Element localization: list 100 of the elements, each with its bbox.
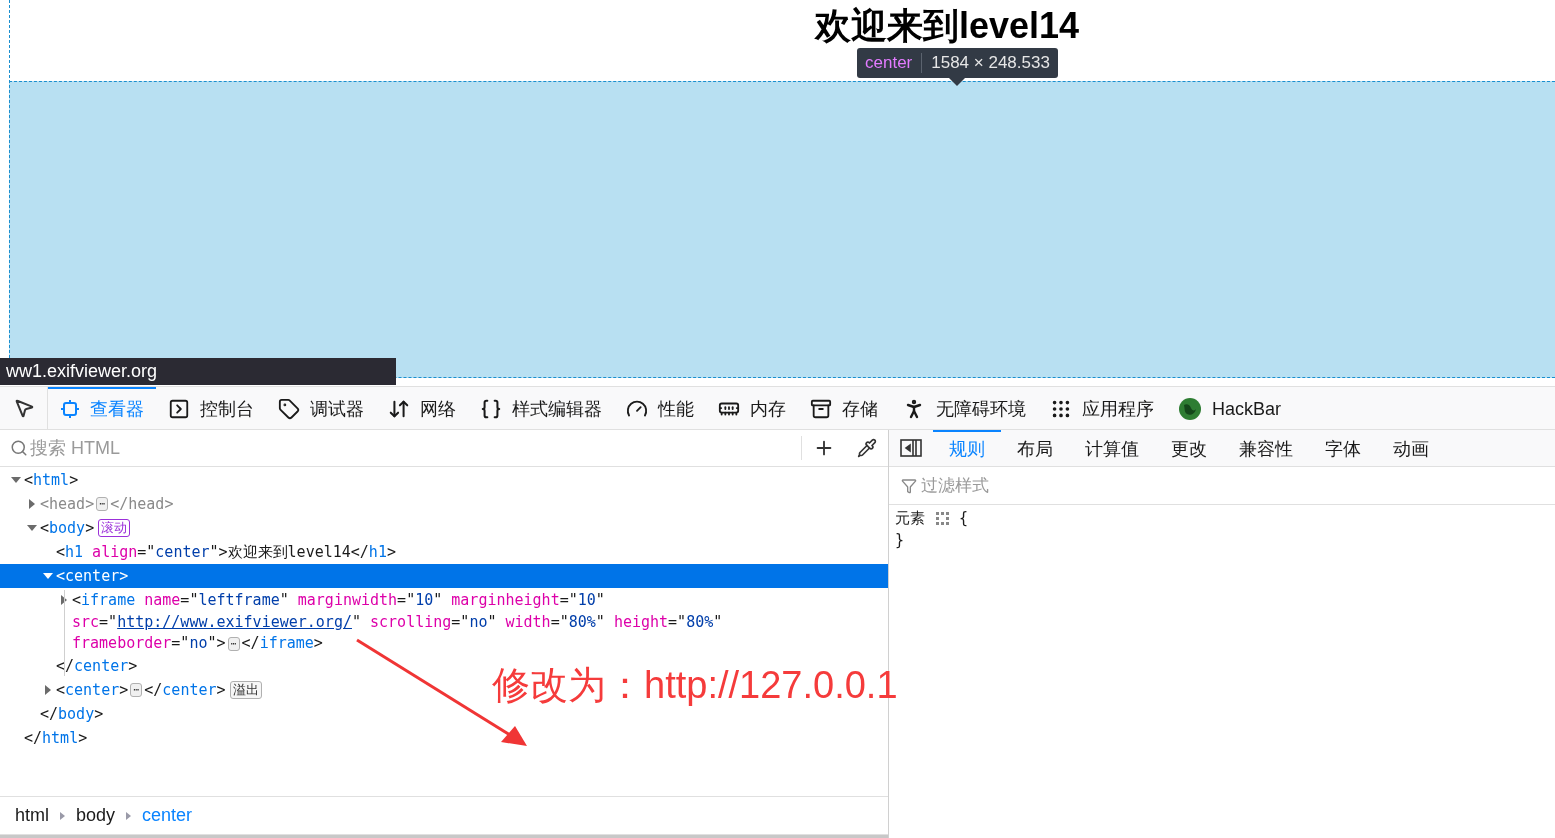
markup-text: </: [40, 703, 59, 725]
markup-text: height: [613, 612, 669, 634]
devtools-tab[interactable]: 样式编辑器: [468, 387, 614, 429]
badge[interactable]: 滚动: [98, 519, 131, 537]
sidebar-tab[interactable]: 计算值: [1069, 430, 1155, 466]
markup-text: 80%: [568, 612, 596, 634]
markup-text: </: [241, 633, 260, 655]
markup-text: ">: [207, 633, 226, 655]
devtools-tab[interactable]: 调试器: [266, 387, 376, 429]
devtools-tab[interactable]: 网络: [376, 387, 468, 429]
brace-text: {: [959, 508, 969, 529]
markup-text: </head>: [110, 493, 174, 515]
tooltip-size: 1584 × 248.533: [931, 53, 1050, 73]
filter-icon: [901, 477, 917, 494]
markup-row[interactable]: <center>: [0, 564, 888, 588]
sidebar-tab[interactable]: 规则: [933, 430, 1001, 466]
markup-text: >: [128, 655, 138, 677]
markup-row[interactable]: <h1 align="center">欢迎来到level14</h1>: [0, 540, 400, 564]
markup-text: <: [24, 469, 34, 491]
markup-text: >: [94, 703, 104, 725]
expanded-arrow-icon[interactable]: [27, 523, 37, 533]
markup-text: 80%: [686, 612, 714, 634]
devtools-tab[interactable]: 内存: [706, 387, 798, 429]
markup-text: h1: [368, 541, 387, 563]
chevron-icon: [125, 810, 133, 821]
badge[interactable]: 溢出: [229, 681, 262, 699]
markup-text: ": [487, 612, 498, 634]
markup-text: marginheight: [451, 589, 560, 611]
collapsed-arrow-icon[interactable]: [59, 595, 69, 605]
markup-text: ": [433, 589, 444, 611]
markup-text: =": [559, 589, 578, 611]
ellipsis-button[interactable]: ⋯: [96, 497, 109, 511]
markup-text: <head>: [40, 493, 95, 515]
rule-selector: 元素: [895, 508, 925, 529]
markup-text: >: [313, 633, 323, 655]
sidebar-tab[interactable]: 字体: [1309, 430, 1377, 466]
sidebar-tab[interactable]: 兼容性: [1223, 430, 1309, 466]
ellipsis-button[interactable]: ⋯: [227, 636, 240, 651]
devtools-tab[interactable]: 应用程序: [1038, 387, 1166, 429]
breadcrumb[interactable]: body: [76, 802, 116, 829]
markup-text: html: [42, 727, 79, 749]
markup-row[interactable]: <html>: [0, 468, 83, 492]
tooltip-tag: center: [865, 53, 913, 73]
markup-text: 10: [415, 589, 434, 611]
expanded-arrow-icon[interactable]: [11, 475, 21, 485]
markup-text: ": [713, 612, 723, 634]
inspector-icon: [60, 399, 80, 419]
storage-icon: [810, 398, 832, 420]
devtools-tab[interactable]: 查看器: [48, 387, 156, 429]
markup-text: center: [162, 679, 217, 701]
markup-text: >: [119, 565, 129, 587]
markup-text: =": [668, 612, 687, 634]
markup-text: </: [56, 655, 75, 677]
chevron-icon: [59, 810, 66, 821]
expanded-arrow-icon[interactable]: [43, 571, 53, 581]
markup-text: center: [65, 679, 120, 701]
markup-text: ": [595, 589, 605, 611]
devtools-tab[interactable]: HackBar: [1166, 387, 1294, 429]
sidebar-tab[interactable]: 布局: [1001, 430, 1069, 466]
collapsed-arrow-icon[interactable]: [43, 685, 53, 695]
markup-row[interactable]: <center> ⋯ </center> 溢出: [0, 678, 266, 702]
collapsed-arrow-icon[interactable]: [27, 499, 37, 509]
ellipsis-button[interactable]: ⋯: [130, 683, 143, 697]
markup-text: <: [72, 589, 82, 611]
markup-row[interactable]: <body> 滚动: [0, 516, 135, 540]
markup-text: =": [171, 633, 190, 655]
markup-text: >: [386, 541, 396, 563]
sidebar-tab[interactable]: 动画: [1377, 430, 1445, 466]
markup-text: html: [33, 469, 70, 491]
markup-text: body: [58, 703, 95, 725]
devtools-tab[interactable]: 无障碍环境: [890, 387, 1038, 429]
markup-text: =": [137, 541, 156, 563]
breadcrumb[interactable]: center: [142, 802, 193, 829]
markup-row[interactable]: <iframe name="leftframe" marginwidth="10" marginheight="10" src="http://www.exifviewer.org/" scrolling="no" width="80%" height="80%" frameborder="no"> ⋯ </iframe>: [0, 588, 727, 654]
breadcrumb[interactable]: html: [15, 802, 49, 829]
markup-text: src: [72, 612, 100, 634]
markup-text: </: [350, 541, 369, 563]
markup-text: =": [397, 589, 416, 611]
devtools-tab[interactable]: 存储: [798, 387, 890, 429]
devtools-tab[interactable]: 控制台: [156, 387, 266, 429]
arrows-icon: [388, 398, 410, 420]
markup-text: align: [92, 541, 138, 563]
markup-text: ": [351, 612, 362, 634]
filter-field[interactable]: 过滤样式: [921, 472, 1555, 499]
brace-text: }: [895, 530, 906, 551]
console-icon: [168, 398, 190, 420]
markup-text: <: [56, 565, 66, 587]
tag-icon: [278, 398, 300, 420]
markup-row[interactable]: <head> ⋯ </head>: [0, 492, 178, 516]
markup-text: =": [550, 612, 569, 634]
sidebar-icon: [900, 439, 922, 457]
search-icon: [10, 439, 28, 457]
markup-text: name: [144, 589, 181, 611]
devtools-tab[interactable]: 性能: [614, 387, 706, 429]
markup-text: =": [180, 589, 199, 611]
markup-text: <: [40, 517, 50, 539]
url-link[interactable]: http://www.exifviewer.org/: [117, 611, 352, 634]
search-field[interactable]: 搜索 HTML: [30, 434, 801, 462]
markup-text: <: [56, 541, 66, 563]
sidebar-tab[interactable]: 更改: [1155, 430, 1223, 466]
